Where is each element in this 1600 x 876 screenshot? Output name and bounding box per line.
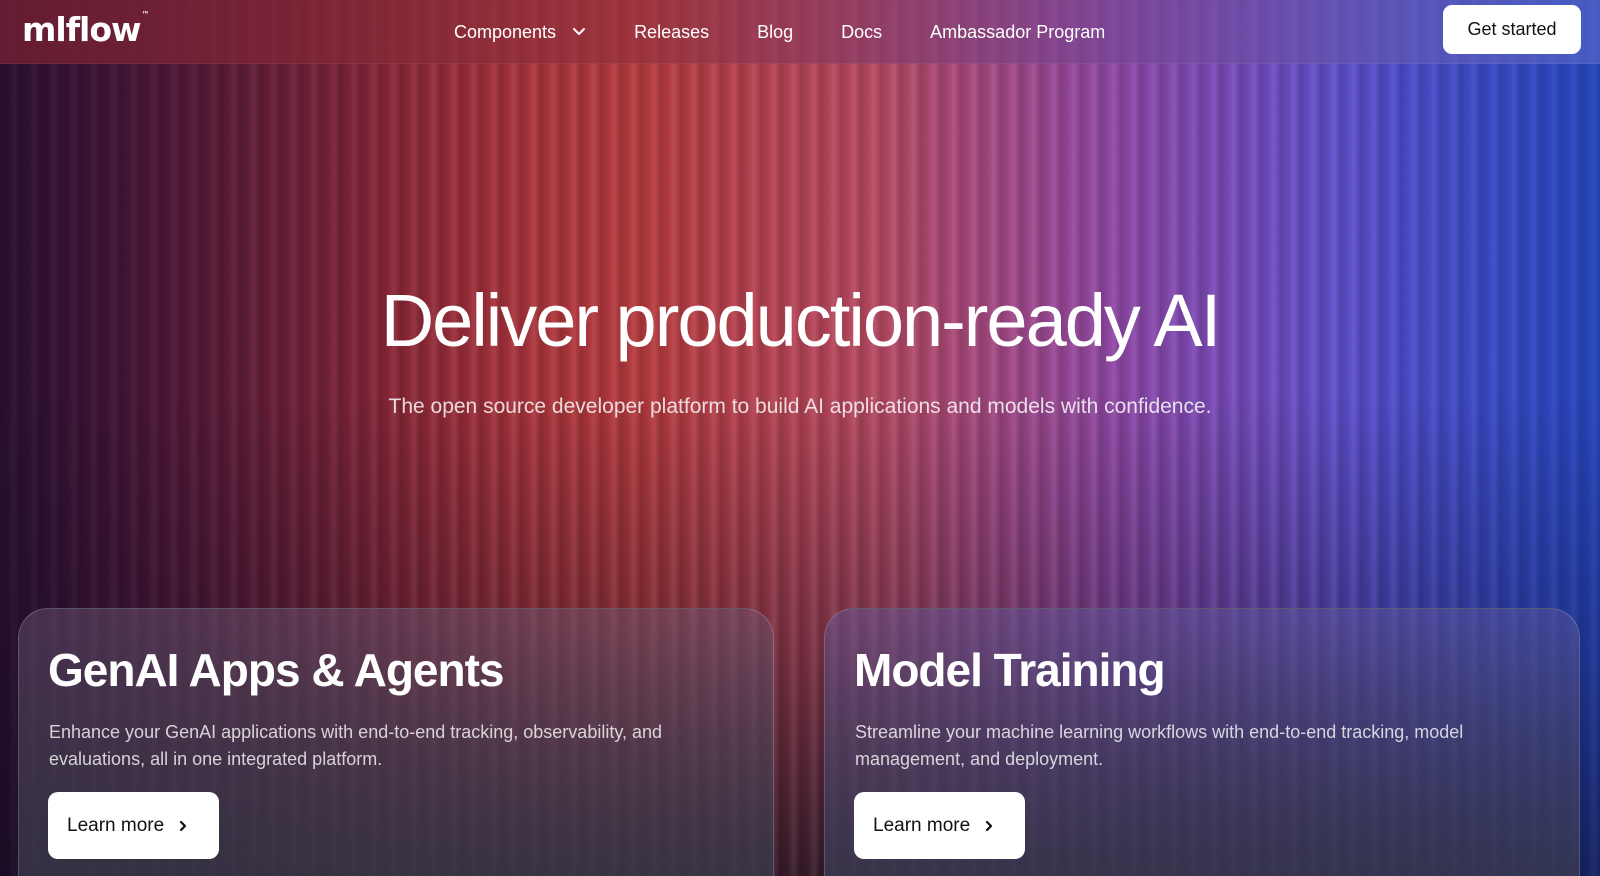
nav-item-releases[interactable]: Releases: [634, 22, 709, 43]
mlflow-logo[interactable]: mlflow™: [22, 10, 150, 49]
learn-more-button[interactable]: Learn more: [854, 792, 1025, 859]
card-description: Enhance your GenAI applications with end…: [49, 722, 663, 769]
nav-item-label: Components: [454, 21, 557, 42]
card-title: GenAI Apps & Agents: [48, 644, 505, 696]
nav-item-label: Blog: [757, 21, 794, 42]
top-navigation: mlflow™ Components Releases Blog Docs Am…: [0, 0, 1600, 64]
logo-text: mlflow: [22, 10, 142, 49]
nav-item-label: Docs: [841, 21, 883, 42]
card-description: Streamline your machine learning workflo…: [855, 722, 1464, 769]
nav-item-components[interactable]: Components: [454, 22, 586, 43]
card-title: Model Training: [854, 644, 1166, 696]
button-label: Learn more: [873, 814, 971, 836]
nav-item-docs[interactable]: Docs: [841, 22, 882, 43]
chevron-down-icon: [572, 27, 586, 37]
nav-links: Components Releases Blog Docs Ambassador…: [454, 0, 1105, 64]
nav-item-label: Releases: [634, 21, 710, 42]
card-genai-apps: GenAI Apps & Agents Enhance your GenAI a…: [18, 608, 774, 876]
get-started-button[interactable]: Get started: [1443, 5, 1581, 54]
hero-subtitle: The open source developer platform to bu…: [388, 395, 1212, 418]
nav-item-ambassador-program[interactable]: Ambassador Program: [930, 22, 1105, 43]
chevron-right-icon: [178, 820, 188, 832]
button-label: Learn more: [67, 814, 165, 836]
nav-item-label: Ambassador Program: [930, 21, 1106, 42]
nav-item-blog[interactable]: Blog: [757, 22, 793, 43]
learn-more-button[interactable]: Learn more: [48, 792, 219, 859]
card-model-training: Model Training Streamline your machine l…: [824, 608, 1580, 876]
hero-title: Deliver production-ready AI: [380, 279, 1222, 362]
logo-trademark: ™: [141, 10, 150, 19]
chevron-right-icon: [984, 820, 994, 832]
